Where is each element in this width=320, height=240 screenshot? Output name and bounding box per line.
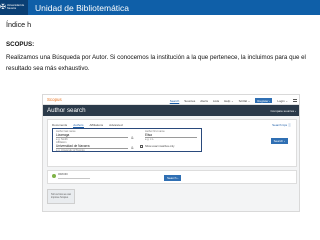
logo-text: Universidad de Navarra — [6, 3, 25, 10]
author-search-button[interactable]: Search › — [270, 138, 288, 144]
orcid-label: ORCID — [58, 172, 68, 176]
login-link[interactable]: Login ⌄ — [277, 99, 288, 103]
scopus-page-header: Author search Compare sources › — [43, 105, 299, 116]
nav-link-alerts[interactable]: Alerts — [200, 99, 208, 103]
orcid-icon — [52, 174, 56, 178]
or-symbol: & — [131, 145, 134, 150]
author-search-form: Author last name Lizarraga e.g. Smith & … — [52, 128, 202, 152]
slide: ✠ Universidad de Navarra Unidad de Bibli… — [0, 0, 320, 240]
section-title: Índice h — [6, 20, 32, 29]
scopus-nav-links: Search Sources Alerts Lists Help ⌄ SciVa… — [170, 98, 297, 103]
orcid-input[interactable] — [58, 178, 90, 179]
nav-link-lists[interactable]: Lists — [213, 99, 219, 103]
header-title: Unidad de Bibliotemática — [35, 2, 130, 13]
scopus-logo[interactable]: Scopus — [47, 97, 62, 102]
orcid-search-button[interactable]: Search › — [164, 175, 182, 181]
register-button[interactable]: Register › — [255, 98, 273, 103]
nav-link-sources[interactable]: Sources — [184, 99, 195, 103]
exact-match-checkbox[interactable] — [140, 145, 143, 148]
university-logo: ✠ Universidad de Navarra — [0, 0, 28, 15]
feedback-box[interactable]: Tell us how we can improve Scopus — [47, 189, 75, 204]
scopus-screenshot: Scopus Search Sources Alerts Lists Help … — [42, 94, 300, 212]
feedback-text: Tell us how we can improve Scopus — [51, 193, 72, 200]
compare-sources-link[interactable]: Compare sources › — [270, 109, 296, 113]
nav-link-scival[interactable]: SciVal ⌄ — [239, 99, 251, 103]
and-symbol: & — [131, 135, 134, 140]
subheading: SCOPUS: — [6, 41, 35, 48]
exact-match-label: Show exact matches only — [145, 145, 175, 148]
body-paragraph: Realizamos una Búsqueda por Autor. Si co… — [6, 54, 306, 72]
search-panel: Documents Authors Affiliations Advanced … — [47, 119, 297, 167]
scopus-top-nav: Scopus Search Sources Alerts Lists Help … — [43, 95, 299, 105]
cross-logo-icon: ✠ — [0, 4, 6, 11]
affiliation-example: e.g. University of Toronto — [56, 149, 85, 152]
nav-link-search[interactable]: Search — [170, 99, 180, 103]
top-header-band: ✠ Universidad de Navarra Unidad de Bibli… — [0, 0, 320, 15]
scopus-page-title: Author search — [47, 107, 86, 114]
nav-link-help[interactable]: Help ⌄ — [224, 99, 234, 103]
search-tips-link[interactable]: Search tips ⓘ — [272, 123, 291, 127]
firstname-example: e.g. J.L. — [145, 138, 155, 141]
menu-icon[interactable] — [293, 99, 297, 102]
orcid-search-panel: ORCID Search › — [47, 170, 297, 184]
